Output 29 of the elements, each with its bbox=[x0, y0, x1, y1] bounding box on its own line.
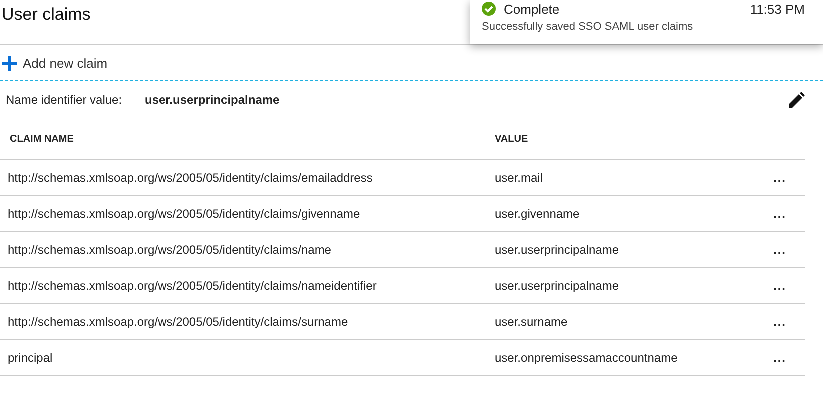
column-header: VALUE bbox=[487, 119, 755, 160]
table-cell: user.userprincipalname bbox=[487, 232, 755, 268]
table-cell: http://schemas.xmlsoap.org/ws/2005/05/identity/claims/surname bbox=[0, 304, 487, 340]
more-button[interactable]: ... bbox=[755, 268, 805, 304]
table-cell: user.userprincipalname bbox=[487, 268, 755, 304]
plus-icon bbox=[2, 56, 17, 70]
table-cell: http://schemas.xmlsoap.org/ws/2005/05/identity/claims/emailaddress bbox=[0, 160, 487, 196]
toast-time: 11:53 PM bbox=[750, 2, 805, 16]
table-cell: http://schemas.xmlsoap.org/ws/2005/05/identity/claims/name bbox=[0, 232, 487, 268]
page-title: User claims bbox=[2, 5, 91, 25]
more-button[interactable]: ... bbox=[755, 196, 805, 232]
pencil-icon[interactable] bbox=[789, 92, 805, 108]
toast-status: Complete bbox=[504, 2, 560, 16]
more-button[interactable]: ... bbox=[755, 304, 805, 340]
table-cell: http://schemas.xmlsoap.org/ws/2005/05/identity/claims/givenname bbox=[0, 196, 487, 232]
table-cell: user.surname bbox=[487, 304, 755, 340]
more-button[interactable]: ... bbox=[755, 232, 805, 268]
table-cell: http://schemas.xmlsoap.org/ws/2005/05/identity/claims/nameidentifier bbox=[0, 268, 487, 304]
field-value: user.userprincipalname bbox=[145, 93, 280, 107]
table-cell: user.mail bbox=[487, 160, 755, 196]
add-claim-button[interactable]: Add new claim bbox=[0, 46, 110, 80]
toast-message: Successfully saved SSO SAML user claims bbox=[481, 20, 694, 35]
more-button[interactable]: ... bbox=[755, 340, 805, 376]
table-cell: principal bbox=[0, 340, 487, 376]
table-cell: user.givenname bbox=[487, 196, 755, 232]
more-button[interactable]: ... bbox=[755, 160, 805, 196]
column-header: CLAIM NAME bbox=[0, 119, 487, 160]
table-cell: user.onpremisessamaccountname bbox=[487, 340, 755, 376]
field-label: Name identifier value: bbox=[6, 93, 124, 107]
